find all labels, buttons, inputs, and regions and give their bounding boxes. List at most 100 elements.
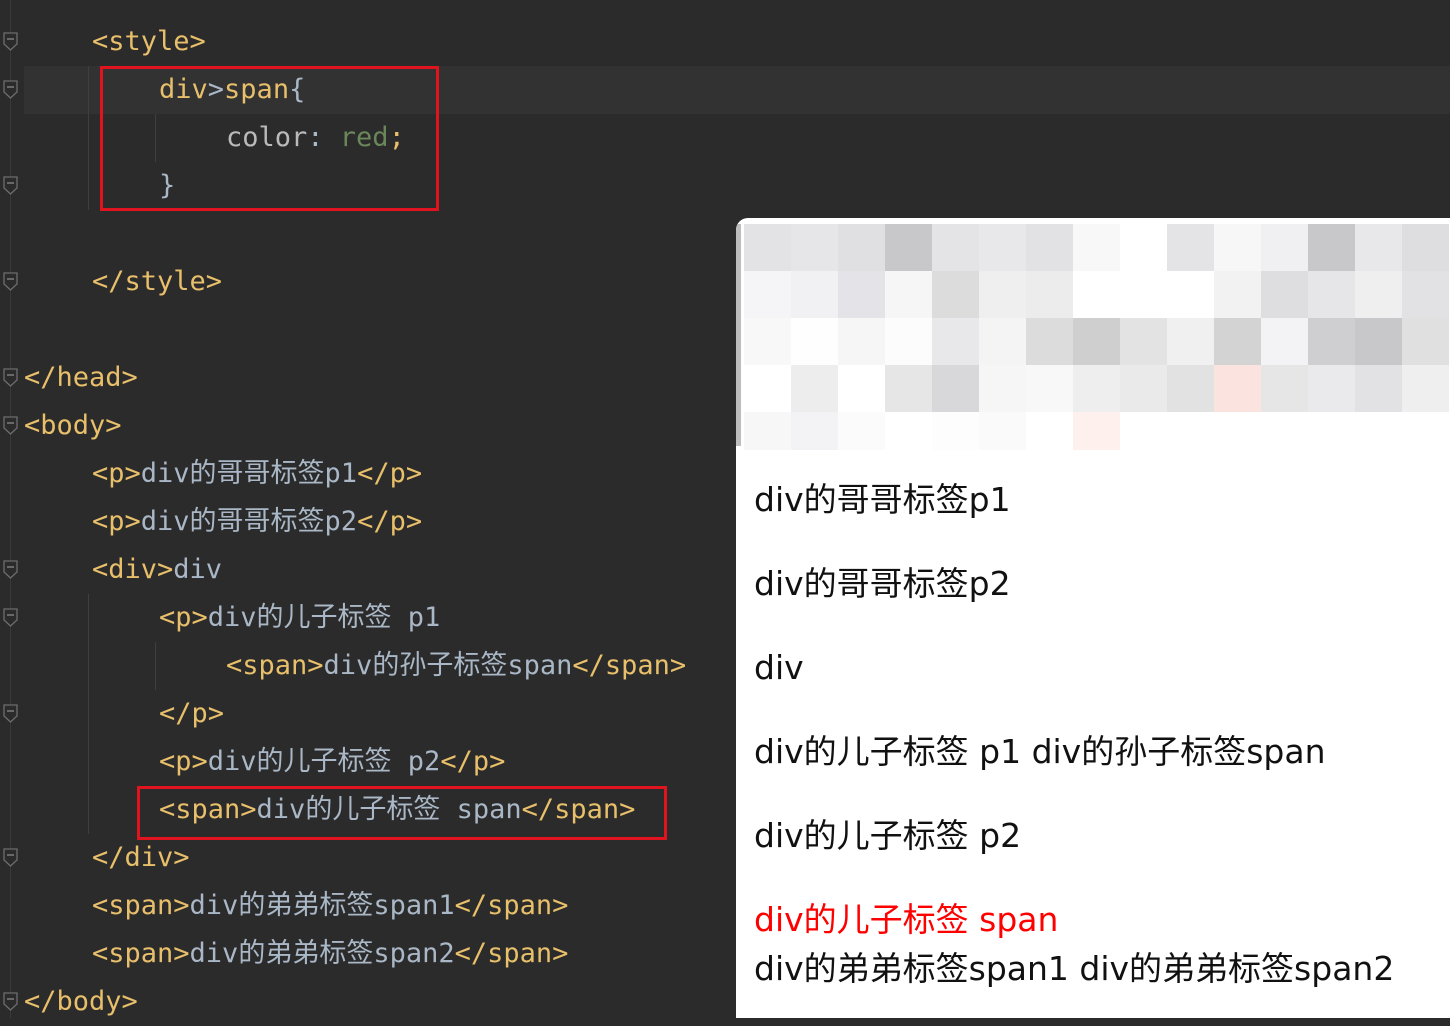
code-token: div的哥哥标签p1 (140, 458, 358, 489)
blur-pixel (838, 318, 885, 365)
blur-pixel (979, 412, 1026, 450)
preview-child-p1: div的儿子标签 p1 div的孙子标签span (754, 732, 1326, 771)
code-token: <style> (92, 26, 206, 57)
blur-pixel (979, 318, 1026, 365)
blur-pixel (1026, 318, 1073, 365)
code-line[interactable]: <p>div的哥哥标签p2</p> (92, 498, 422, 546)
blur-pixel (1120, 318, 1167, 365)
code-line[interactable]: <span>div的弟弟标签span2</span> (92, 930, 568, 978)
blur-pixel (885, 224, 932, 271)
code-token: </body> (24, 986, 138, 1017)
fold-marker-icon[interactable] (3, 608, 18, 627)
blur-pixel (1355, 365, 1402, 412)
blur-pixel (932, 271, 979, 318)
blur-pixel (885, 318, 932, 365)
blurred-header-image (744, 224, 1450, 450)
blur-pixel (1355, 271, 1402, 318)
preview-p2: div的哥哥标签p2 (754, 564, 1011, 603)
code-line[interactable]: </p> (159, 690, 224, 738)
indent-guide (88, 594, 89, 834)
fold-marker-icon[interactable] (3, 80, 18, 99)
fold-marker-icon[interactable] (3, 704, 18, 723)
blur-pixel (1261, 412, 1308, 450)
blur-pixel (838, 365, 885, 412)
blur-pixel (838, 224, 885, 271)
fold-marker-icon[interactable] (3, 416, 18, 435)
code-line[interactable]: <style> (92, 18, 206, 66)
code-token: </p> (357, 506, 423, 537)
blur-pixel (1167, 224, 1214, 271)
code-line[interactable]: </style> (92, 258, 222, 306)
preview-child-p2: div的儿子标签 p2 (754, 816, 1022, 855)
code-line[interactable]: <p>div的儿子标签 p1 (159, 594, 440, 642)
blur-pixel (1261, 224, 1308, 271)
fold-marker-icon[interactable] (3, 272, 18, 291)
preview-sibling-spans: div的弟弟标签span1 div的弟弟标签span2 (754, 949, 1395, 988)
code-token: <body> (24, 410, 122, 441)
blur-pixel (1402, 365, 1449, 412)
blur-pixel (744, 318, 791, 365)
code-token: <p> (159, 746, 208, 777)
blur-pixel (1402, 412, 1449, 450)
browser-preview: div的哥哥标签p1 div的哥哥标签p2 div div的儿子标签 p1 di… (736, 218, 1450, 1018)
blur-pixel (1214, 224, 1261, 271)
blur-pixel (1308, 365, 1355, 412)
blur-pixel (791, 365, 838, 412)
blur-pixel (1026, 224, 1073, 271)
fold-marker-icon[interactable] (3, 32, 18, 51)
blur-pixel (1026, 271, 1073, 318)
fold-marker-icon[interactable] (3, 176, 18, 195)
blur-pixel (744, 412, 791, 450)
fold-marker-icon[interactable] (3, 992, 18, 1011)
blur-pixel (932, 318, 979, 365)
blur-pixel (1026, 412, 1073, 450)
code-token: </p> (159, 698, 225, 729)
blur-pixel (1214, 271, 1261, 318)
code-token: <p> (92, 506, 141, 537)
blur-pixel (1214, 318, 1261, 365)
code-token: </p> (357, 458, 423, 489)
blur-pixel (1355, 412, 1402, 450)
code-line[interactable]: <p>div的儿子标签 p2</p> (159, 738, 505, 786)
code-token: div的弟弟标签span2 (189, 938, 455, 969)
code-token: </head> (24, 362, 138, 393)
code-token: div的儿子标签 p1 (207, 602, 441, 633)
blur-pixel (1261, 365, 1308, 412)
blur-pixel (1167, 318, 1214, 365)
code-line[interactable]: <span>div的孙子标签span</span> (226, 642, 686, 690)
blur-pixel (932, 412, 979, 450)
highlight-box-css-rule (100, 66, 439, 211)
blur-pixel (979, 271, 1026, 318)
code-token: div的儿子标签 p2 (207, 746, 441, 777)
preview-div-text: div (754, 648, 804, 687)
fold-marker-icon[interactable] (3, 848, 18, 867)
blur-pixel (1214, 412, 1261, 450)
preview-p1: div的哥哥标签p1 (754, 480, 1011, 519)
fold-marker-icon[interactable] (3, 368, 18, 387)
code-line[interactable]: <body> (24, 402, 122, 450)
code-line[interactable]: <span>div的弟弟标签span1</span> (92, 882, 568, 930)
code-line[interactable]: <div>div (92, 546, 222, 594)
blur-pixel (791, 412, 838, 450)
code-token: div的弟弟标签span1 (189, 890, 455, 921)
preview-child-span: div的儿子标签 span (754, 900, 1059, 939)
code-line[interactable]: </body> (24, 978, 138, 1026)
blur-pixel (1214, 365, 1261, 412)
code-token: </p> (440, 746, 506, 777)
code-line[interactable]: </div> (92, 834, 190, 882)
blur-pixel (1120, 412, 1167, 450)
blur-pixel (1073, 412, 1120, 450)
blur-pixel (1261, 318, 1308, 365)
code-line[interactable]: </head> (24, 354, 138, 402)
blur-pixel (1355, 318, 1402, 365)
code-token: <p> (92, 458, 141, 489)
blur-pixel (1355, 224, 1402, 271)
blur-pixel (1073, 318, 1120, 365)
blur-pixel (1308, 224, 1355, 271)
fold-marker-icon[interactable] (3, 560, 18, 579)
code-token: <span> (226, 650, 324, 681)
code-token: </span> (454, 938, 569, 969)
code-line[interactable]: <p>div的哥哥标签p1</p> (92, 450, 422, 498)
code-token: <span> (92, 938, 190, 969)
code-token: <span> (92, 890, 190, 921)
